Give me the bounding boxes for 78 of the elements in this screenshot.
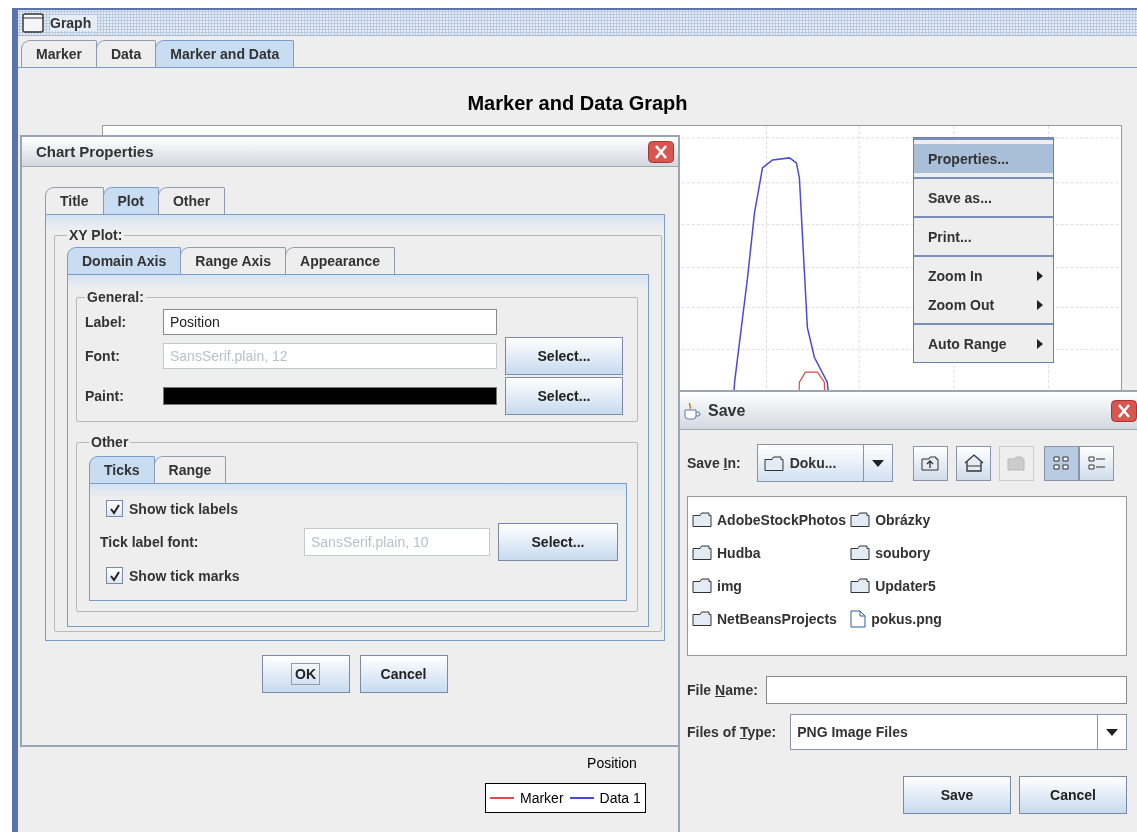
axis-label: Position <box>586 755 638 771</box>
close-icon[interactable] <box>1111 399 1137 422</box>
file-item[interactable]: pokus.png <box>850 602 942 635</box>
tab[interactable]: Domain Axis <box>67 247 182 274</box>
field-label: Save In: <box>687 455 741 471</box>
legend-label: Marker <box>520 790 564 806</box>
folder-icon <box>850 578 871 593</box>
cancel-button[interactable]: Cancel <box>1019 776 1127 814</box>
group-title: General: <box>86 289 145 305</box>
dropdown[interactable]: PNG Image Files <box>790 714 1127 750</box>
menu-item[interactable]: Properties... <box>914 144 1053 173</box>
window-title: Graph <box>50 14 98 31</box>
ok-button[interactable]: OK <box>261 655 350 693</box>
group-title: XY Plot: <box>68 227 124 243</box>
tab[interactable]: Marker and Data <box>155 40 295 67</box>
caret-icon <box>1106 728 1118 736</box>
folder-icon <box>692 611 712 626</box>
close-icon[interactable] <box>648 140 674 163</box>
field-label: Files of Type: <box>687 724 777 740</box>
checkbox[interactable] <box>106 500 123 517</box>
group-title: Other <box>90 434 130 450</box>
color-swatch[interactable] <box>163 387 497 405</box>
checkbox[interactable] <box>106 567 123 584</box>
folder-icon <box>850 545 871 560</box>
tab[interactable]: Range <box>153 456 227 483</box>
file-item[interactable]: img <box>692 569 847 602</box>
window-icon <box>22 12 44 33</box>
dropdown[interactable]: Doku... <box>756 444 893 482</box>
toolbar-button[interactable] <box>955 445 991 481</box>
submenu-arrow-icon <box>1037 270 1043 281</box>
file-item[interactable]: NetBeansProjects <box>692 602 847 635</box>
home-icon <box>962 452 985 474</box>
menu-item[interactable]: Zoom Out <box>914 290 1053 319</box>
text-field[interactable]: Position <box>163 309 497 335</box>
file-item[interactable]: Updater5 <box>850 569 942 602</box>
cancel-button[interactable]: Cancel <box>359 655 448 693</box>
tab[interactable]: Plot <box>102 187 159 214</box>
field-label: Label: <box>85 314 128 330</box>
dialog-title: Save <box>708 401 747 420</box>
submenu-arrow-icon <box>1037 299 1043 310</box>
toolbar-button[interactable] <box>912 445 948 481</box>
field-label: Paint: <box>85 388 125 404</box>
toolbar-button[interactable] <box>1043 445 1079 481</box>
folder-icon <box>763 455 784 471</box>
tab[interactable]: Appearance <box>285 247 396 274</box>
checkbox-label: Show tick labels <box>129 500 238 517</box>
tab[interactable]: Marker <box>21 40 97 67</box>
menu-item[interactable]: Print... <box>914 222 1053 251</box>
file-item[interactable]: Hudba <box>692 536 847 569</box>
chart-title: Marker and Data Graph <box>467 92 688 115</box>
tab[interactable]: Range Axis <box>180 247 286 274</box>
caret-icon <box>871 459 884 467</box>
menu-item[interactable]: Zoom In <box>914 261 1053 290</box>
folder-icon <box>692 578 712 593</box>
field-label: Font: <box>85 348 121 364</box>
save-button[interactable]: Save <box>903 776 1011 814</box>
file-item[interactable]: Obrázky <box>850 503 942 536</box>
field-label: Tick label font: <box>100 534 200 550</box>
dialog-title: Chart Properties <box>36 143 155 160</box>
tab[interactable]: Ticks <box>89 456 155 483</box>
file-icon <box>850 609 867 628</box>
file-item[interactable]: soubory <box>850 536 942 569</box>
field-label: File Name: <box>687 682 758 698</box>
tab[interactable]: Title <box>45 187 104 214</box>
submenu-arrow-icon <box>1037 338 1043 349</box>
menu-item[interactable]: Auto Range <box>914 329 1053 358</box>
folder-icon <box>850 512 871 527</box>
legend-label: Data 1 <box>599 790 641 806</box>
checkbox-label: Show tick marks <box>129 567 240 584</box>
tab[interactable]: Other <box>158 187 226 214</box>
folder-icon <box>692 545 712 560</box>
folder-icon <box>692 512 712 527</box>
file-name-field[interactable] <box>765 676 1127 704</box>
file-item[interactable]: AdobeStockPhotos <box>692 503 847 536</box>
toolbar-button[interactable] <box>1078 445 1114 481</box>
menu-item[interactable]: Save as... <box>914 183 1053 212</box>
select-button[interactable]: Select... <box>505 377 623 415</box>
cup-icon <box>682 400 702 421</box>
